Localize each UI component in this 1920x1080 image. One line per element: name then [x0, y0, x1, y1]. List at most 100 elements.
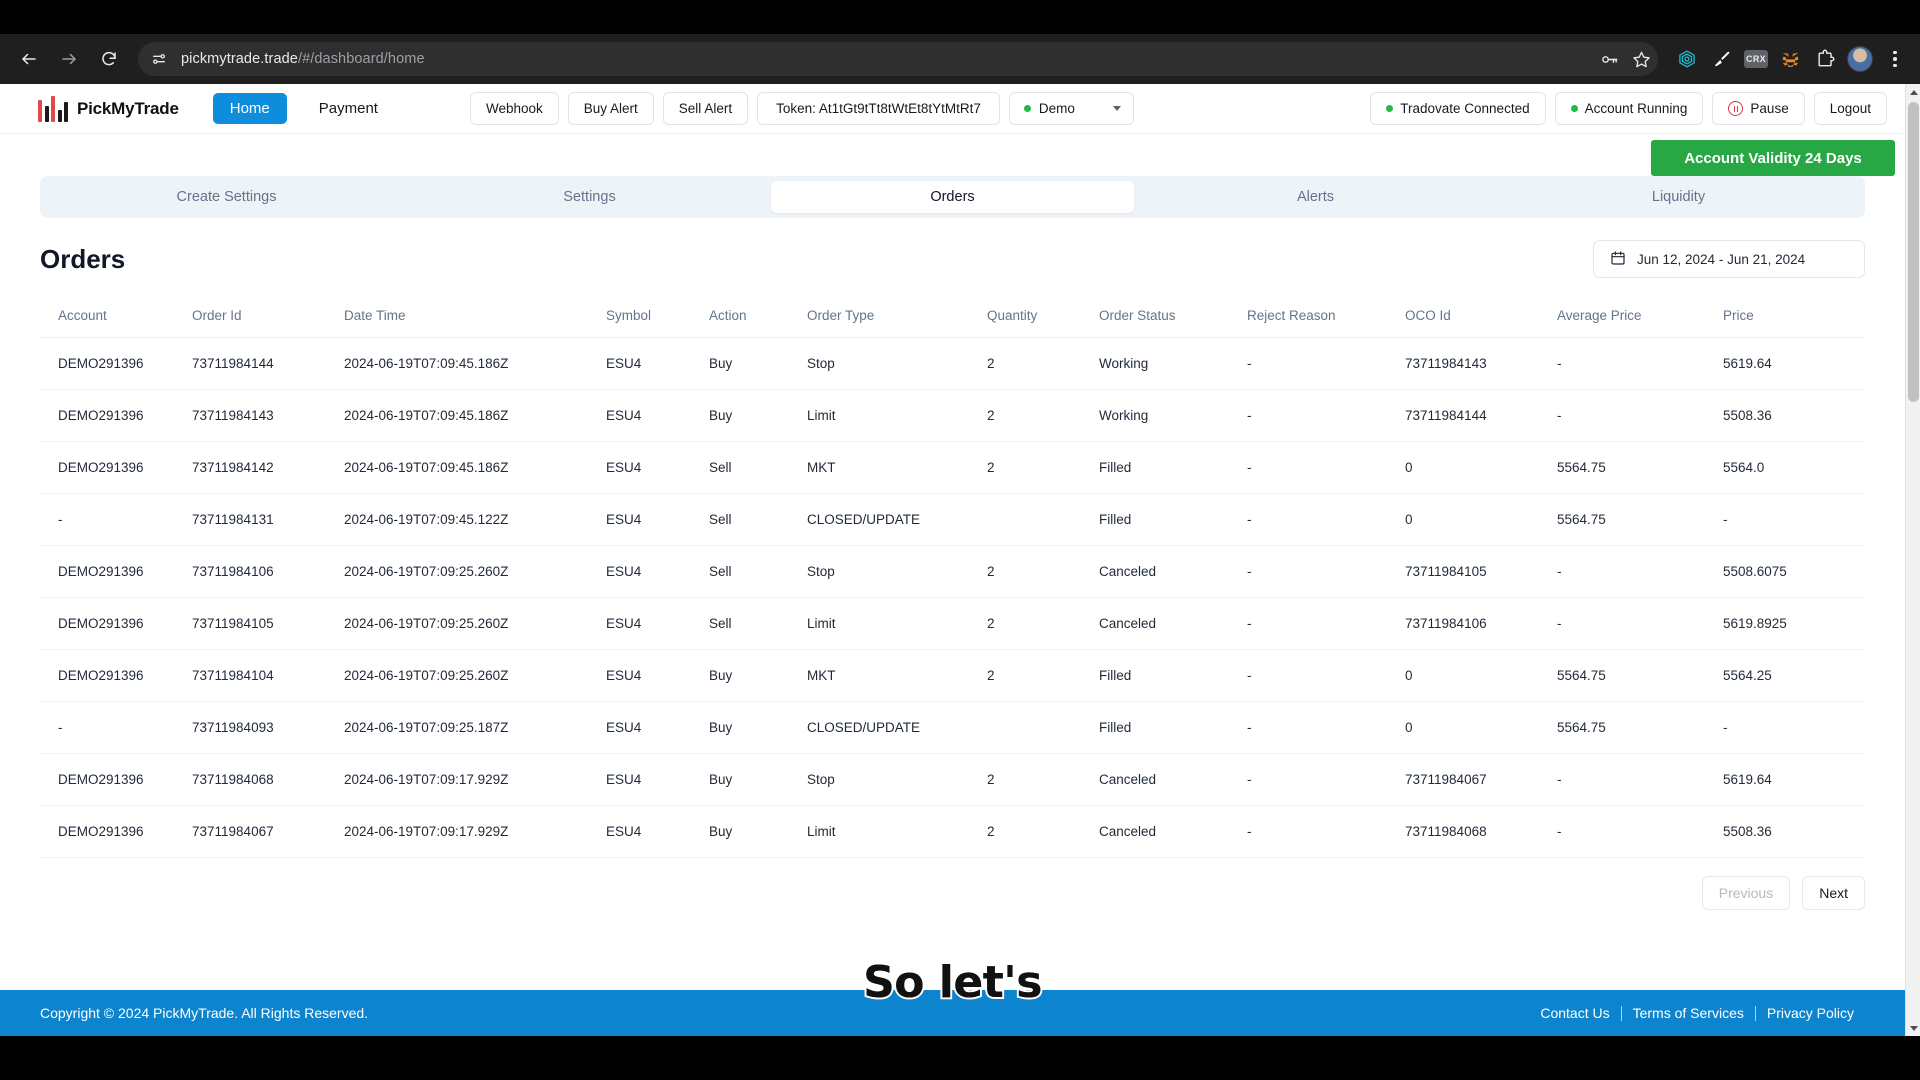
password-key-icon[interactable] [1596, 46, 1622, 72]
table-row[interactable]: DEMO291396 73711984106 2024-06-19T07:09:25… [40, 545, 1865, 598]
column-header-oco-id[interactable]: OCO Id [1405, 294, 1557, 338]
cell-account: - [40, 493, 192, 546]
extensions-puzzle-icon[interactable] [1812, 46, 1838, 72]
date-range-picker[interactable]: Jun 12, 2024 - Jun 21, 2024 [1593, 240, 1865, 278]
cell-average-price: 5564.75 [1557, 441, 1723, 494]
footer-link-contact-us[interactable]: Contact Us [1529, 1005, 1620, 1021]
cell-order-status: Canceled [1099, 545, 1247, 598]
tab-create-settings[interactable]: Create Settings [45, 181, 408, 213]
cell-account: - [40, 701, 192, 754]
pause-button[interactable]: Pause [1712, 92, 1805, 125]
site-settings-icon[interactable] [146, 46, 172, 72]
profile-avatar[interactable] [1847, 46, 1873, 72]
cell-action: Buy [709, 337, 807, 390]
column-header-order-status[interactable]: Order Status [1099, 294, 1247, 338]
tab-orders[interactable]: Orders [771, 181, 1134, 213]
cell-average-price: 5564.75 [1557, 701, 1723, 754]
account-status-label: Account Running [1584, 101, 1688, 116]
reload-icon[interactable] [92, 42, 126, 76]
column-header-date-time[interactable]: Date Time [344, 294, 606, 338]
previous-page-button[interactable]: Previous [1701, 876, 1791, 910]
cell-order-type: Limit [807, 597, 987, 650]
extension-icons: CRX [1674, 46, 1908, 72]
token-display[interactable]: Token: At1tGt9tTt8tWtEt8tYtMtRt7 [757, 92, 1000, 125]
page-scrollbar[interactable] [1905, 84, 1920, 1036]
broom-extension-icon[interactable] [1709, 46, 1735, 72]
column-header-order-type[interactable]: Order Type [807, 294, 987, 338]
cell-price: 5619.64 [1723, 753, 1865, 806]
address-bar[interactable]: pickmytrade.trade/#/dashboard/home [138, 42, 1658, 76]
cell-quantity: 2 [987, 337, 1099, 390]
crx-extension-icon[interactable]: CRX [1744, 50, 1768, 68]
tab-settings[interactable]: Settings [408, 181, 771, 213]
footer-link-terms[interactable]: Terms of Services [1622, 1005, 1755, 1021]
cell-order-type: MKT [807, 649, 987, 702]
back-icon[interactable] [12, 42, 46, 76]
cell-date-time: 2024-06-19T07:09:45.186Z [344, 337, 606, 390]
cell-order-id: 73711984144 [192, 337, 344, 390]
table-row[interactable]: -73711984131 2024-06-19T07:09:45.122Z ESU4… [40, 493, 1865, 546]
next-page-button[interactable]: Next [1802, 876, 1865, 910]
cell-order-status: Filled [1099, 701, 1247, 754]
buy-alert-button[interactable]: Buy Alert [567, 92, 654, 125]
scroll-down-icon[interactable] [1906, 1020, 1920, 1036]
column-header-average-price[interactable]: Average Price [1557, 294, 1723, 338]
cell-symbol: ESU4 [606, 649, 709, 702]
column-header-price[interactable]: Price [1723, 294, 1865, 338]
table-row[interactable]: DEMO291396 73711984144 2024-06-19T07:09:45… [40, 337, 1865, 390]
tab-alerts[interactable]: Alerts [1134, 181, 1497, 213]
cell-quantity: 2 [987, 805, 1099, 858]
column-header-order-id[interactable]: Order Id [192, 294, 344, 338]
cell-price: 5619.64 [1723, 337, 1865, 390]
cell-symbol: ESU4 [606, 597, 709, 650]
cell-symbol: ESU4 [606, 389, 709, 442]
brand[interactable]: PickMyTrade [38, 95, 179, 122]
table-row[interactable]: DEMO291396 73711984067 2024-06-19T07:09:17… [40, 805, 1865, 858]
cell-account: DEMO291396 [40, 753, 192, 806]
chrome-menu-icon[interactable] [1882, 46, 1908, 72]
cell-symbol: ESU4 [606, 753, 709, 806]
column-header-quantity[interactable]: Quantity [987, 294, 1099, 338]
table-row[interactable]: DEMO291396 73711984143 2024-06-19T07:09:45… [40, 389, 1865, 442]
sell-alert-button[interactable]: Sell Alert [662, 92, 749, 125]
broker-status-button[interactable]: Tradovate Connected [1370, 92, 1546, 125]
table-row[interactable]: DEMO291396 73711984068 2024-06-19T07:09:17… [40, 753, 1865, 806]
logout-button[interactable]: Logout [1813, 92, 1887, 125]
table-row[interactable]: DEMO291396 73711984104 2024-06-19T07:09:25… [40, 649, 1865, 702]
cell-action: Buy [709, 389, 807, 442]
cell-account: DEMO291396 [40, 805, 192, 858]
column-header-account[interactable]: Account [40, 294, 192, 338]
scroll-up-icon[interactable] [1906, 84, 1920, 100]
bookmark-star-icon[interactable] [1628, 46, 1654, 72]
account-select[interactable]: Demo [1008, 92, 1134, 125]
browser-tabstrip [0, 0, 1920, 34]
nav-item-payment[interactable]: Payment [319, 100, 378, 117]
caption-text: So let's [861, 955, 1044, 1010]
cell-oco-id: 0 [1405, 701, 1557, 754]
cell-oco-id: 73711984143 [1405, 337, 1557, 390]
page-title: Orders [40, 243, 126, 274]
table-row[interactable]: DEMO291396 73711984142 2024-06-19T07:09:45… [40, 441, 1865, 494]
cell-order-type: Limit [807, 805, 987, 858]
forward-icon[interactable] [52, 42, 86, 76]
column-header-reject-reason[interactable]: Reject Reason [1247, 294, 1405, 338]
cell-action: Sell [709, 545, 807, 598]
metamask-extension-icon[interactable] [1777, 46, 1803, 72]
cell-action: Buy [709, 701, 807, 754]
tab-bar: Create Settings Settings Orders Alerts L… [40, 176, 1865, 218]
footer-link-privacy[interactable]: Privacy Policy [1756, 1005, 1865, 1021]
cell-average-price: 5564.75 [1557, 649, 1723, 702]
table-row[interactable]: DEMO291396 73711984105 2024-06-19T07:09:25… [40, 597, 1865, 650]
webhook-button[interactable]: Webhook [469, 92, 559, 125]
cell-price: 5564.25 [1723, 649, 1865, 702]
column-header-symbol[interactable]: Symbol [606, 294, 709, 338]
column-header-action[interactable]: Action [709, 294, 807, 338]
teal-extension-icon[interactable] [1674, 46, 1700, 72]
cell-order-type: Stop [807, 753, 987, 806]
account-status-button[interactable]: Account Running [1554, 92, 1704, 125]
broker-status-label: Tradovate Connected [1400, 101, 1530, 116]
tab-liquidity[interactable]: Liquidity [1497, 181, 1860, 213]
scrollbar-thumb[interactable] [1908, 102, 1919, 402]
nav-item-home[interactable]: Home [212, 93, 287, 124]
table-row[interactable]: -73711984093 2024-06-19T07:09:25.187Z ESU4… [40, 701, 1865, 754]
